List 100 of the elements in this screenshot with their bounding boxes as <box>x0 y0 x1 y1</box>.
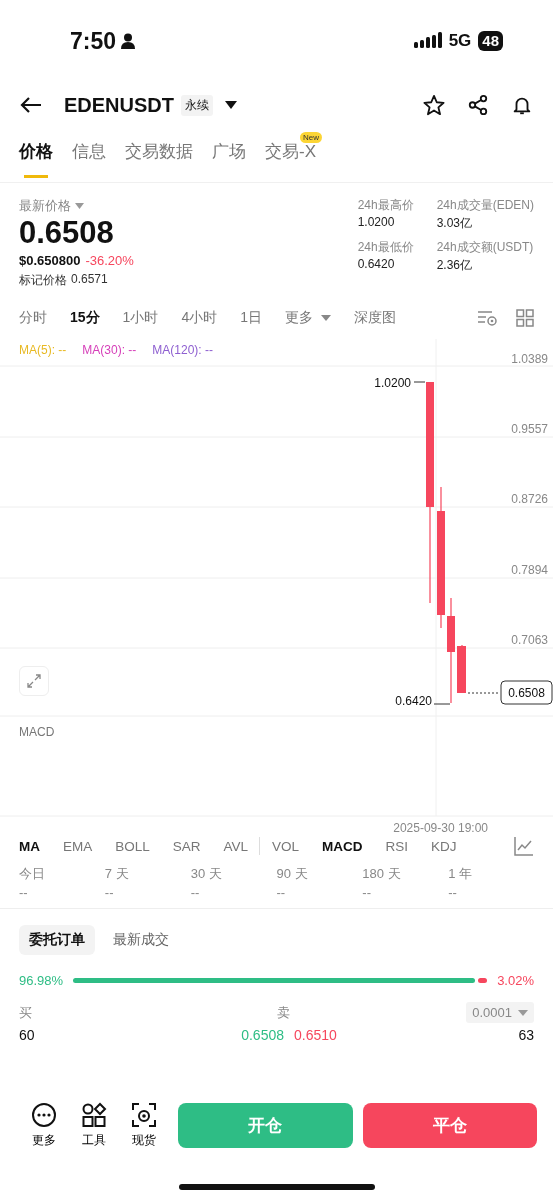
period-value: -- <box>448 885 458 900</box>
buy-ratio: 96.98% <box>19 973 64 988</box>
ma-legend: MA(120): -- <box>152 343 213 357</box>
price-tag: 0.6508 <box>500 680 553 705</box>
back-icon[interactable] <box>20 96 42 114</box>
interval-tab[interactable]: 1小时 <box>122 309 159 327</box>
period-value: -- <box>19 885 29 900</box>
bid-price: 0.6508 <box>240 1027 284 1043</box>
period-value: -- <box>104 885 115 900</box>
main-tab[interactable]: 交易-X <box>265 140 316 178</box>
order-tab[interactable]: 委托订单 <box>19 925 95 955</box>
sell-header: 卖 <box>277 1003 290 1022</box>
bid-quantity: 60 <box>19 1027 36 1043</box>
last-price: 0.6508 <box>19 215 115 251</box>
macd-title: MACD <box>19 725 55 739</box>
close-position-button[interactable]: 平仓 <box>362 1102 537 1148</box>
interval-tab[interactable]: 4小时 <box>181 309 218 327</box>
price-label[interactable]: 最新价格 <box>19 197 71 215</box>
main-tab[interactable]: 交易数据 <box>125 140 193 178</box>
usd-price: $0.650800 <box>19 253 81 268</box>
sell-ratio: 3.02% <box>497 973 534 988</box>
price-change: -36.20% <box>85 253 134 268</box>
interval-tab[interactable]: 更多 <box>284 309 331 327</box>
battery-icon: 48 <box>478 31 503 51</box>
period-value: -- <box>276 885 287 900</box>
network-label: 5G <box>448 31 472 51</box>
more-icon[interactable] <box>31 1101 57 1128</box>
indicator-tab[interactable]: SAR <box>172 838 201 854</box>
contract-tag: 永续 <box>181 94 213 116</box>
expand-icon[interactable] <box>26 673 42 689</box>
high-marker: 1.0200 <box>374 376 411 390</box>
candle <box>457 644 466 694</box>
interval-tab[interactable]: 15分 <box>70 309 100 327</box>
stat-value: 2.36亿 <box>436 257 473 274</box>
share-icon[interactable] <box>467 94 489 116</box>
period-value: -- <box>362 885 372 900</box>
leader-line <box>467 692 501 694</box>
toolbar-button[interactable]: 更多 <box>26 1101 62 1149</box>
indicator-tab[interactable]: VOL <box>272 838 300 854</box>
toolbar-button[interactable]: 工具 <box>76 1101 112 1149</box>
buy-header: 买 <box>19 1003 33 1022</box>
axis-label: 0.9557 <box>511 422 548 436</box>
scan-icon[interactable] <box>131 1101 157 1128</box>
order-tab[interactable]: 最新成交 <box>103 925 179 955</box>
axis-label: 0.8726 <box>511 492 548 506</box>
indicator-tab[interactable]: MA <box>19 838 40 854</box>
caret-icon[interactable] <box>225 100 237 110</box>
settings-icon[interactable] <box>477 310 497 326</box>
stat-label: 24h成交量(EDEN) <box>436 197 534 214</box>
indicator-tab[interactable]: MACD <box>322 838 363 854</box>
indicator-tab[interactable]: KDJ <box>431 838 457 854</box>
signal-icon <box>413 32 442 50</box>
stat-value: 3.03亿 <box>436 215 473 232</box>
axis-label: 1.0389 <box>511 352 548 366</box>
star-icon[interactable] <box>423 94 445 116</box>
period-label: 今日 <box>19 865 46 883</box>
status-time: 7:50 <box>70 27 117 55</box>
period-label: 90 天 <box>276 865 309 883</box>
mark-price-label: 标记价格 <box>19 272 67 289</box>
stat-value: 0.6420 <box>357 257 396 271</box>
axis-label: 0.7894 <box>511 563 548 577</box>
indicator-tab[interactable]: RSI <box>385 838 409 854</box>
ask-price: 0.6510 <box>294 1027 338 1043</box>
stat-label: 24h最低价 <box>357 239 415 256</box>
chart-icon[interactable] <box>514 836 534 856</box>
indicator-tab[interactable]: AVL <box>223 838 249 854</box>
main-tab[interactable]: 价格 <box>19 140 53 178</box>
symbol-title[interactable]: EDENUSDT <box>64 93 174 117</box>
sell-bar <box>478 978 488 983</box>
shapes-icon[interactable] <box>81 1101 107 1128</box>
leader-line <box>413 381 426 383</box>
main-tab[interactable]: 信息 <box>72 140 106 178</box>
period-label: 1 年 <box>448 865 473 883</box>
indicator-tab[interactable]: EMA <box>63 838 93 854</box>
axis-label: 0.7063 <box>511 633 548 647</box>
stat-label: 24h最高价 <box>357 197 415 214</box>
stat-value: 1.0200 <box>357 215 396 229</box>
interval-tab[interactable]: 分时 <box>19 309 47 327</box>
interval-tab[interactable]: 深度图 <box>353 309 396 327</box>
period-label: 30 天 <box>190 865 223 883</box>
leader-line <box>433 703 451 705</box>
period-label: 180 天 <box>362 865 402 883</box>
new-badge: New <box>300 132 322 143</box>
interval-tab[interactable]: 1日 <box>240 309 262 327</box>
stat-label: 24h成交额(USDT) <box>436 239 534 256</box>
ask-quantity: 63 <box>518 1027 534 1043</box>
toolbar-button[interactable]: 现货 <box>126 1101 162 1149</box>
open-position-button[interactable]: 开仓 <box>178 1102 353 1148</box>
main-tab[interactable]: 广场 <box>212 140 246 178</box>
ma-legend: MA(5): -- <box>19 343 67 357</box>
period-value: -- <box>190 885 201 900</box>
grid-icon[interactable] <box>516 309 534 327</box>
low-marker: 0.6420 <box>395 694 432 708</box>
date-label: 2025-09-30 19:00 <box>393 821 488 835</box>
precision-dropdown[interactable]: 0.0001 <box>466 1002 534 1023</box>
person-icon <box>121 33 136 49</box>
mark-price: 0.6571 <box>71 272 108 288</box>
ma-legend: MA(30): -- <box>82 343 137 357</box>
period-label: 7 天 <box>104 865 130 883</box>
indicator-tab[interactable]: BOLL <box>115 838 150 854</box>
